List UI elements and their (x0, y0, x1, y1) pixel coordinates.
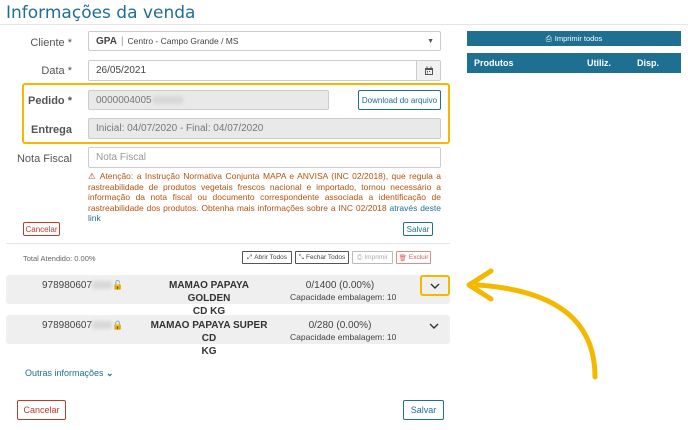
cliente-label: Cliente * (30, 37, 72, 49)
warning-icon: ⚠ (88, 171, 97, 181)
cliente-name: GPA (96, 35, 117, 47)
warning-text: ⚠ Atenção: a Instrução Normativa Conjunt… (88, 171, 441, 224)
data-value: 26/05/2021 (96, 65, 147, 76)
save-button[interactable]: Salvar (403, 400, 444, 420)
entrega-label: Entrega (31, 124, 72, 136)
product-capacity: Capacidade embalagem: 10 (290, 292, 397, 302)
product-code: 978980607 🔓 (42, 280, 124, 291)
pedido-field: 0000004005 (88, 90, 329, 110)
product-name: MAMAO PAPAYA SUPER CD KG (150, 320, 268, 357)
redacted-blur (152, 96, 183, 104)
redacted-blur (92, 321, 113, 330)
expand-toggle-button[interactable] (420, 275, 450, 296)
product-qty: 0/1400 (0.00%) (305, 280, 375, 291)
product-qty: 0/280 (0.00%) (308, 320, 372, 331)
trash-icon: 🗑 (398, 254, 407, 262)
lock-icon: 🔓 (112, 280, 124, 290)
compress-icon: ⤡ (298, 253, 304, 261)
product-code: 978980607 🔒 (42, 320, 124, 331)
cancel-button[interactable]: Cancelar (17, 400, 66, 420)
annotation-arrow (466, 268, 598, 380)
product-name: MAMAO PAPAYA GOLDEN CD KG (168, 280, 249, 317)
nota-placeholder: Nota Fiscal (96, 152, 147, 163)
pedido-value: 0000004005 (96, 94, 152, 106)
title-divider (0, 24, 688, 25)
lock-icon: 🔒 (112, 320, 124, 330)
product-capacity: Capacidade embalagem: 10 (290, 332, 397, 342)
nota-fiscal-input[interactable]: Nota Fiscal (88, 147, 441, 168)
print-all-button[interactable]: ⎙ Imprimir todos (467, 31, 681, 46)
entrega-field: Inicial: 04/07/2020 - Final: 04/07/2020 (88, 118, 441, 139)
outras-informacoes-link[interactable]: Outras informações ⌄ (25, 368, 114, 379)
col-produtos: Produtos (474, 58, 514, 68)
page-title: Informações da venda (6, 3, 196, 23)
section-divider (6, 243, 450, 244)
col-disp: Disp. (637, 58, 660, 68)
fechar-todos-button[interactable]: ⤡ Fechar Todos (295, 251, 349, 264)
nota-label: Nota Fiscal (16, 153, 72, 165)
cliente-select[interactable]: GPA | Centro - Campo Grande / MS ▼ (88, 31, 441, 51)
data-label: Data * (41, 65, 72, 77)
print-icon: ⎙ (357, 253, 363, 261)
col-utiliz: Utiliz. (587, 58, 611, 68)
chevron-down-icon: ⌄ (106, 368, 114, 378)
chevron-down-icon[interactable] (429, 321, 439, 332)
products-table-header: Produtos Utiliz. Disp. (467, 53, 681, 73)
abrir-todos-button[interactable]: ⤢ Abrir Todos (242, 251, 292, 264)
pedido-label: Pedido * (27, 95, 72, 107)
expand-icon: ⤢ (247, 253, 253, 261)
total-atendido: Total Atendido: 0.00% (23, 254, 96, 263)
data-field[interactable]: 26/05/2021 (88, 60, 441, 81)
download-button[interactable]: Download do arquivo (358, 90, 441, 110)
entrega-value: Inicial: 04/07/2020 - Final: 04/07/2020 (96, 123, 264, 134)
calendar-icon[interactable] (416, 61, 440, 80)
excluir-button[interactable]: 🗑 Excluir (396, 251, 431, 264)
chevron-down-icon (430, 283, 440, 289)
cancel-button-small[interactable]: Cancelar (23, 222, 60, 236)
save-button-small[interactable]: Salvar (403, 222, 433, 236)
cliente-detail: Centro - Campo Grande / MS (127, 36, 239, 46)
print-icon: ⎙ (545, 33, 552, 43)
redacted-blur (92, 281, 113, 290)
imprimir-button[interactable]: ⎙ Imprimir (352, 251, 393, 264)
chevron-down-icon: ▼ (427, 38, 434, 45)
